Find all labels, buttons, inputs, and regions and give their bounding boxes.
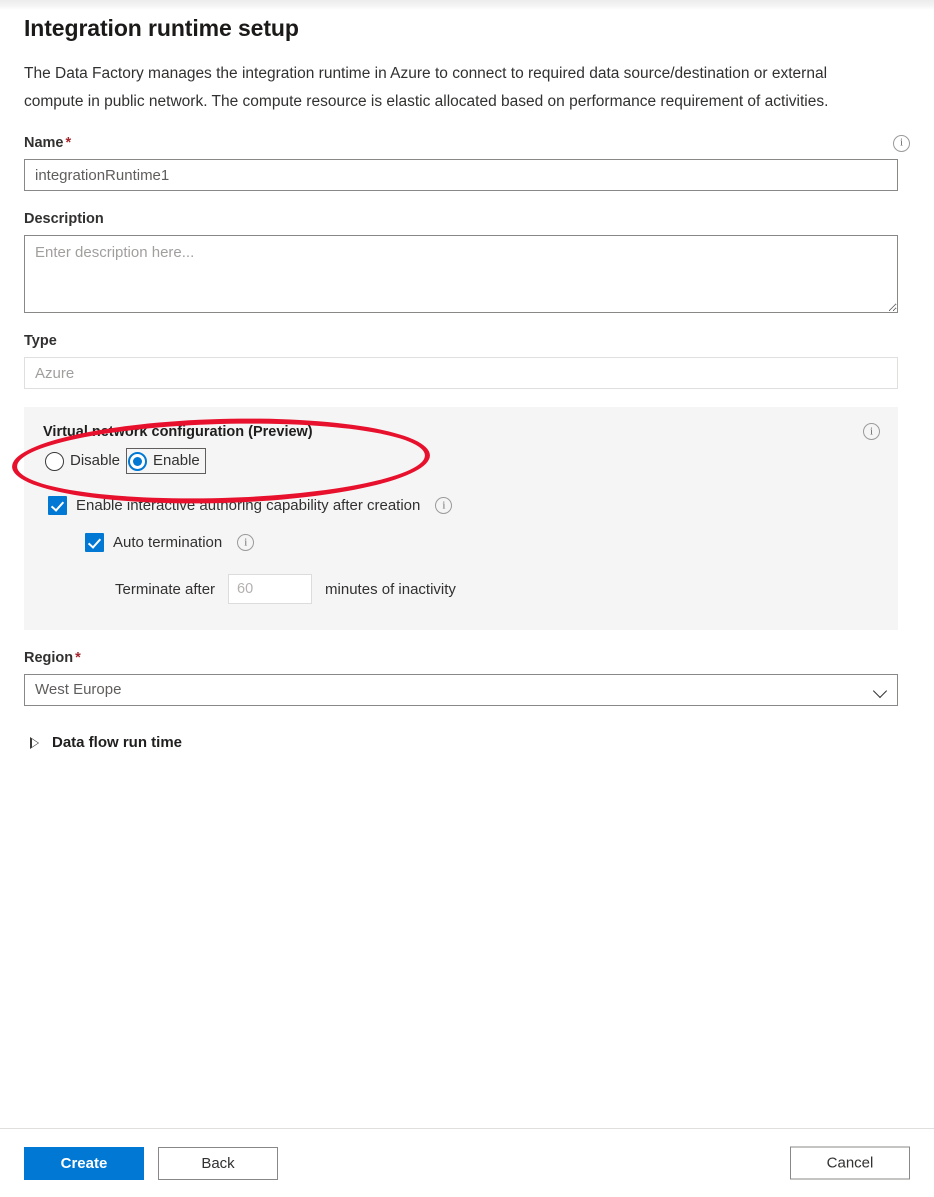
cancel-button[interactable]: Cancel <box>790 1147 910 1180</box>
footer-action-bar: Create Back Cancel <box>0 1128 934 1197</box>
info-icon[interactable] <box>237 534 254 551</box>
terminate-after-prefix: Terminate after <box>115 581 215 598</box>
checkmark-icon <box>48 496 67 515</box>
vnet-radio-group: Disable Enable <box>24 442 898 474</box>
region-select[interactable]: West Europe <box>24 674 898 706</box>
type-label: Type <box>24 331 910 351</box>
region-label: Region* <box>24 648 910 668</box>
triangle-right-icon <box>30 737 39 749</box>
info-icon[interactable] <box>893 135 910 152</box>
checkbox-label-interactive-authoring: Enable interactive authoring capability … <box>76 497 420 514</box>
expander-label: Data flow run time <box>52 734 182 751</box>
radio-option-disable[interactable]: Disable <box>43 448 126 474</box>
region-select-wrap: West Europe <box>24 674 898 706</box>
name-input[interactable] <box>24 159 898 191</box>
vnet-title: Virtual network configuration (Preview) <box>43 423 313 442</box>
terminate-after-input[interactable] <box>228 574 312 604</box>
checkbox-interactive-authoring[interactable]: Enable interactive authoring capability … <box>24 474 898 515</box>
radio-circle-icon <box>45 452 64 471</box>
page-title: Integration runtime setup <box>24 0 910 44</box>
radio-circle-selected-icon <box>128 452 147 471</box>
checkmark-icon <box>85 533 104 552</box>
checkbox-auto-termination[interactable]: Auto termination <box>24 515 898 552</box>
radio-label-enable: Enable <box>153 451 200 471</box>
radio-option-enable[interactable]: Enable <box>126 448 206 474</box>
checkbox-label-auto-termination: Auto termination <box>113 534 222 551</box>
expander-data-flow-run-time[interactable]: Data flow run time <box>24 734 910 751</box>
type-input <box>24 357 898 389</box>
terminate-after-row: Terminate after minutes of inactivity <box>24 552 898 630</box>
terminate-after-suffix: minutes of inactivity <box>325 581 456 598</box>
integration-runtime-setup-pane: Integration runtime setup The Data Facto… <box>0 0 934 1128</box>
description-textarea[interactable] <box>24 235 898 313</box>
virtual-network-panel: Virtual network configuration (Preview) … <box>24 407 898 630</box>
back-button[interactable]: Back <box>158 1147 278 1180</box>
required-marker: * <box>66 135 72 151</box>
create-button[interactable]: Create <box>24 1147 144 1180</box>
radio-label-disable: Disable <box>70 451 120 471</box>
required-marker: * <box>75 650 81 666</box>
info-icon[interactable] <box>863 423 880 440</box>
info-icon[interactable] <box>435 497 452 514</box>
description-label: Description <box>24 209 910 229</box>
name-label-row: Name* <box>24 133 910 153</box>
page-description: The Data Factory manages the integration… <box>24 44 862 115</box>
name-label: Name* <box>24 133 71 153</box>
vnet-header-row: Virtual network configuration (Preview) <box>24 423 898 442</box>
